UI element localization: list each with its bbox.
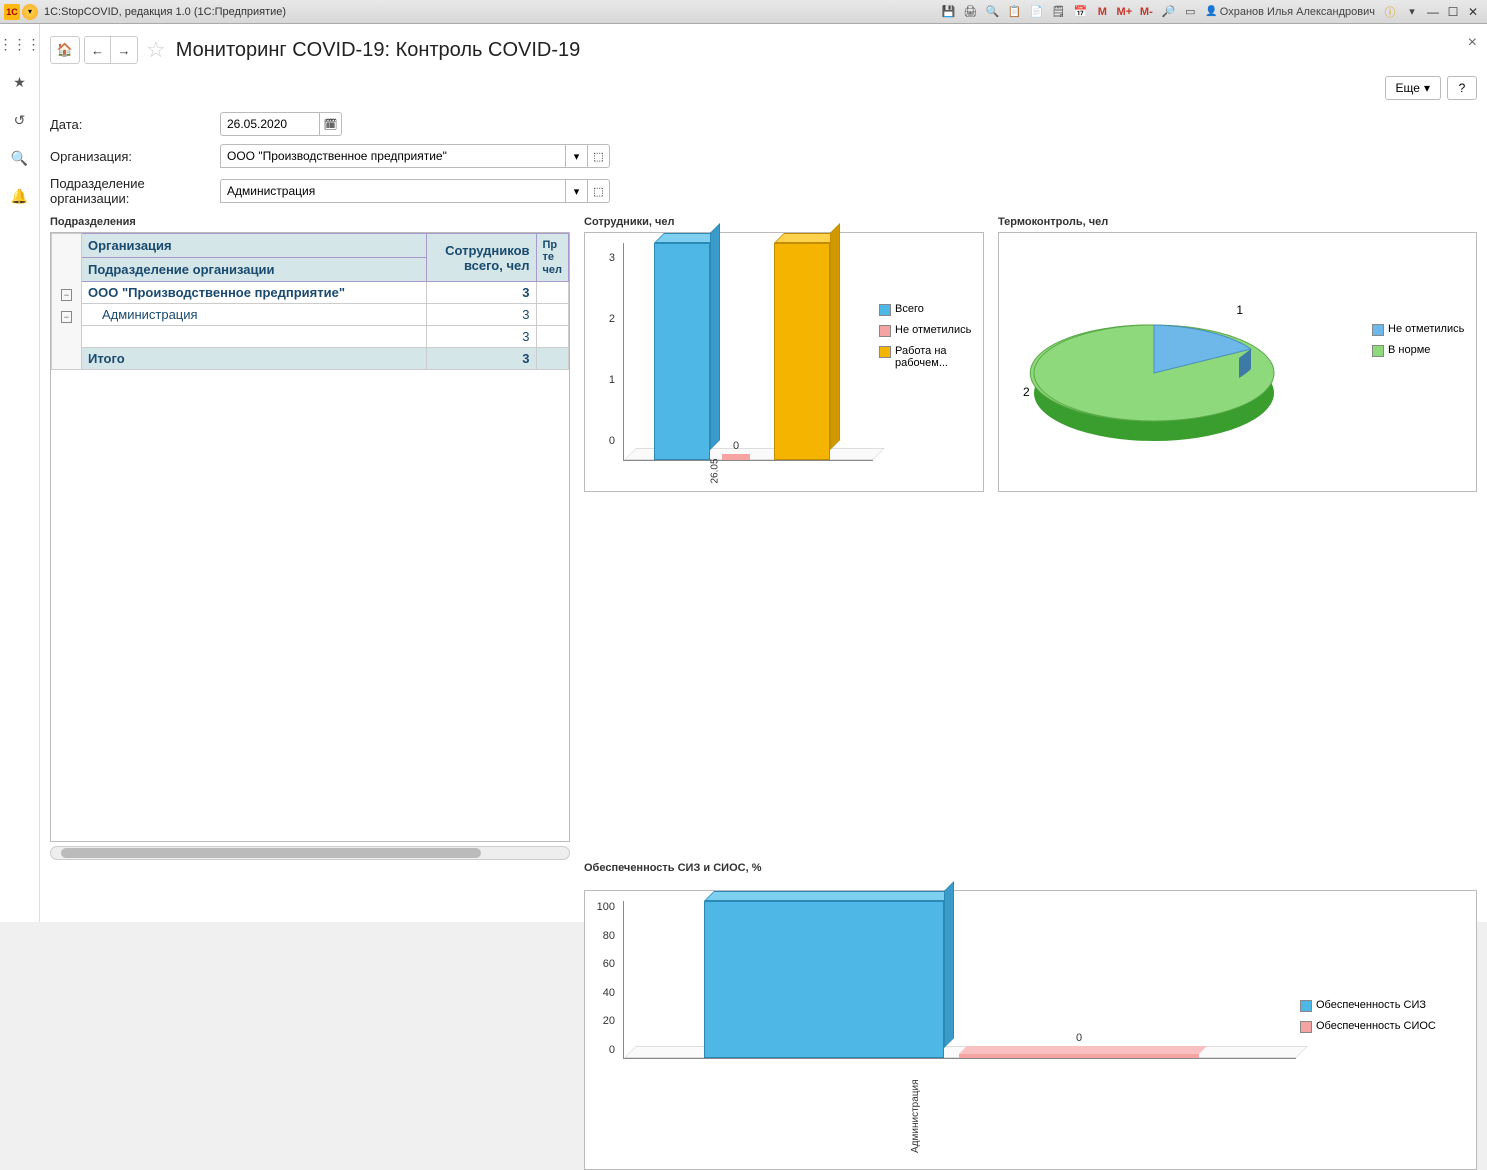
tree-collapse-icon-2[interactable]: − xyxy=(61,311,72,323)
nav-history: ← → xyxy=(84,36,138,64)
dept-input[interactable] xyxy=(220,179,566,203)
horizontal-scrollbar[interactable] xyxy=(50,846,570,860)
departments-label: Подразделения xyxy=(50,214,570,230)
close-tab-button[interactable]: × xyxy=(1468,34,1477,52)
org-input[interactable] xyxy=(220,144,566,168)
favorites-icon[interactable]: ★ xyxy=(8,70,32,94)
maximize-button[interactable]: ☐ xyxy=(1443,5,1463,19)
org-dropdown-button[interactable]: ▾ xyxy=(566,144,588,168)
dropdown-icon[interactable]: ▾ xyxy=(1402,3,1422,21)
col-employees: Сотрудников всего, чел xyxy=(426,234,536,282)
departments-table: − − Организация Сотрудников всего, чел Пр… xyxy=(51,233,569,370)
siz-chart: 100 80 60 40 20 0 xyxy=(584,890,1477,1170)
info-icon[interactable]: ⓘ xyxy=(1380,3,1400,21)
search-icon[interactable]: 🔍 xyxy=(8,146,32,170)
save-icon[interactable]: 💾 xyxy=(938,3,958,21)
departments-section: Подразделения − − Организация Сотрудников… xyxy=(50,214,570,860)
thermo-legend: Не отметились В норме xyxy=(1372,323,1470,365)
total-label: Итого xyxy=(82,348,427,370)
m-minus-icon[interactable]: M- xyxy=(1136,3,1156,21)
pie-label-1: 1 xyxy=(1236,303,1243,317)
print-icon[interactable]: 🖨 xyxy=(960,3,980,21)
apps-icon[interactable]: ⋮⋮⋮ xyxy=(8,32,32,56)
m-icon[interactable]: M xyxy=(1092,3,1112,21)
m-plus-icon[interactable]: M+ xyxy=(1114,3,1134,21)
siz-legend: Обеспеченность СИЗ Обеспеченность СИОС xyxy=(1300,999,1470,1041)
date-label: Дата: xyxy=(50,117,220,132)
close-button[interactable]: ✕ xyxy=(1463,5,1483,19)
date-input[interactable] xyxy=(220,112,320,136)
thermo-chart-section: Термоконтроль, чел 1 xyxy=(998,214,1477,860)
doc-icon[interactable]: ▭ xyxy=(1180,3,1200,21)
page-title: Мониторинг COVID-19: Контроль COVID-19 xyxy=(176,39,581,62)
page-content: × 🏠 ← → ☆ Мониторинг COVID-19: Контроль … xyxy=(40,24,1487,922)
table-row-total: Итого 3 xyxy=(52,348,569,370)
calendar-icon[interactable]: 📅 xyxy=(1070,3,1090,21)
copy-icon[interactable]: 📋 xyxy=(1004,3,1024,21)
siz-chart-title: Обеспеченность СИЗ и СИОС, % xyxy=(584,860,1477,876)
org-label: Организация: xyxy=(50,149,220,164)
logo-1c: 1C xyxy=(4,4,20,20)
employees-legend: Всего Не отметились Работа на рабочем... xyxy=(879,303,977,377)
system-titlebar: 1C ▾ 1C:StopCOVID, редакция 1.0 (1С:Пред… xyxy=(0,0,1487,24)
more-button[interactable]: Еще▾ xyxy=(1385,76,1441,100)
calc-icon[interactable]: 🗒 xyxy=(1048,3,1068,21)
notifications-icon[interactable]: 🔔 xyxy=(8,184,32,208)
org-cell[interactable]: ООО "Производственное предприятие" xyxy=(82,282,427,304)
dept-val: 3 xyxy=(426,304,536,326)
table-row: Администрация 3 xyxy=(52,304,569,326)
org-val: 3 xyxy=(426,282,536,304)
col-extra: Пр те чел xyxy=(536,234,568,282)
employees-chart-title: Сотрудники, чел xyxy=(584,214,984,230)
dept-cell[interactable]: Администрация xyxy=(82,304,427,326)
minimize-button[interactable]: — xyxy=(1423,5,1443,19)
thermo-chart: 1 2 Не отметились В норме xyxy=(998,232,1477,492)
function-sidebar: ⋮⋮⋮ ★ ↺ 🔍 🔔 xyxy=(0,24,40,922)
favorite-star-icon[interactable]: ☆ xyxy=(146,37,166,63)
thermo-chart-title: Термоконтроль, чел xyxy=(998,214,1477,230)
dept-open-button[interactable]: ⬚ xyxy=(588,179,610,203)
departments-table-container[interactable]: − − Организация Сотрудников всего, чел Пр… xyxy=(50,232,570,842)
nav-forward-button[interactable]: → xyxy=(111,37,137,63)
zoom-icon[interactable]: 🔎 xyxy=(1158,3,1178,21)
print-preview-icon[interactable]: 🔍 xyxy=(982,3,1002,21)
filter-form: Дата: 🗓 Организация: ▾ ⬚ Подразделение о… xyxy=(50,112,1477,206)
history-icon[interactable]: ↺ xyxy=(8,108,32,132)
blank-val: 3 xyxy=(426,326,536,348)
app-title: 1C:StopCOVID, редакция 1.0 (1С:Предприят… xyxy=(44,6,286,18)
col-department: Подразделение организации xyxy=(82,258,427,282)
total-val: 3 xyxy=(426,348,536,370)
pie-label-2: 2 xyxy=(1023,385,1030,399)
dept-label: Подразделение организации: xyxy=(50,176,220,206)
system-menu-dropdown[interactable]: ▾ xyxy=(22,4,38,20)
employees-chart-section: Сотрудники, чел 3 2 1 0 xyxy=(584,214,984,860)
date-picker-button[interactable]: 🗓 xyxy=(320,112,342,136)
employees-chart: 3 2 1 0 xyxy=(584,232,984,492)
table-row: 3 xyxy=(52,326,569,348)
x-category: 26.05 xyxy=(710,458,721,483)
home-button[interactable]: 🏠 xyxy=(50,36,80,64)
paste-icon[interactable]: 📄 xyxy=(1026,3,1046,21)
col-organization: Организация xyxy=(82,234,427,258)
org-open-button[interactable]: ⬚ xyxy=(588,144,610,168)
table-row: ООО "Производственное предприятие" 3 xyxy=(52,282,569,304)
dept-dropdown-button[interactable]: ▾ xyxy=(566,179,588,203)
nav-back-button[interactable]: ← xyxy=(85,37,111,63)
tree-collapse-icon[interactable]: − xyxy=(61,289,72,301)
siz-chart-section: Обеспеченность СИЗ и СИОС, % 100 80 60 4… xyxy=(584,860,1477,1170)
current-user[interactable]: Охранов Илья Александрович xyxy=(1201,6,1379,18)
siz-x-category: Администрация xyxy=(910,1079,921,1153)
help-button[interactable]: ? xyxy=(1447,76,1477,100)
